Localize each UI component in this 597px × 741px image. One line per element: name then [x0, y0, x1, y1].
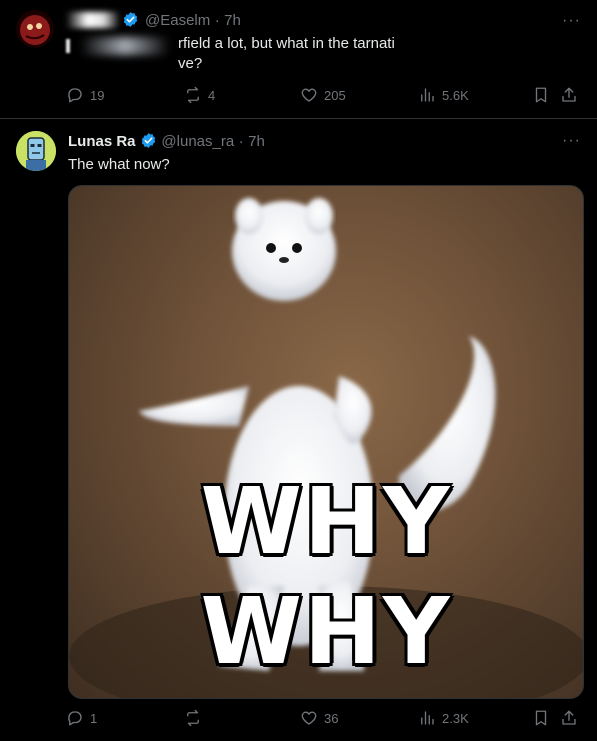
tweet-media-image[interactable]: WHY WHY	[68, 185, 584, 699]
avatar-image	[16, 131, 56, 171]
repost-button[interactable]	[184, 709, 208, 727]
verified-badge-icon	[141, 133, 156, 148]
reply-count: 19	[90, 87, 105, 103]
display-name[interactable]: Lunas Ra	[68, 133, 136, 150]
views-count: 5.6K	[442, 87, 469, 103]
action-bar: 1 36 2.3K	[66, 709, 581, 733]
avatar[interactable]	[16, 10, 54, 48]
timestamp[interactable]: 7h	[224, 12, 241, 29]
redacted-text-right	[430, 34, 580, 74]
like-count: 205	[324, 87, 346, 103]
views-button[interactable]: 5.6K	[418, 86, 469, 104]
separator: ·	[238, 133, 244, 150]
more-options-icon[interactable]: ···	[562, 12, 581, 30]
views-count: 2.3K	[442, 710, 469, 726]
repost-button[interactable]: 4	[184, 86, 215, 104]
bookmark-icon	[535, 87, 547, 103]
verified-badge-icon	[123, 12, 138, 27]
share-button[interactable]	[560, 709, 578, 727]
avatar[interactable]	[16, 131, 56, 171]
views-icon	[421, 88, 434, 102]
timestamp[interactable]: 7h	[248, 133, 265, 150]
separator: ·	[214, 12, 220, 29]
reply-icon	[68, 711, 82, 726]
more-options-icon[interactable]: ···	[562, 132, 581, 150]
tweet[interactable]: Lunas Ra @lunas_ra · 7h ··· The what now…	[0, 119, 597, 741]
tweet-text-line: ve?	[178, 55, 203, 72]
repost-count: 4	[208, 87, 216, 103]
heart-icon	[301, 711, 317, 725]
like-count: 36	[324, 710, 339, 726]
user-handle[interactable]: @lunas_ra	[161, 133, 234, 150]
meme-caption-top: WHY	[200, 468, 452, 575]
tweet-header: Lunas Ra @lunas_ra · 7h	[68, 132, 265, 151]
bookmark-icon	[535, 710, 547, 726]
avatar-image	[20, 15, 50, 45]
views-icon	[421, 711, 434, 725]
tweet-text: rfield a lot, but what in the tarnati ve…	[178, 34, 395, 74]
tweet-text-line: rfield a lot, but what in the tarnati	[178, 35, 395, 52]
heart-icon	[301, 88, 317, 102]
share-icon	[562, 87, 576, 102]
views-button[interactable]: 2.3K	[418, 709, 469, 727]
redacted-name	[66, 12, 120, 28]
user-handle[interactable]: @Easelm	[145, 12, 210, 29]
meme-caption-bottom: WHY	[200, 578, 452, 685]
reply-button[interactable]: 1	[66, 709, 97, 727]
tweet[interactable]: @Easelm · 7h ··· rfield a lot, but what …	[0, 0, 597, 118]
bookmark-button[interactable]	[532, 86, 550, 104]
action-bar: 19 4 205 5.6K	[66, 86, 581, 110]
reply-button[interactable]: 19	[66, 86, 104, 104]
redacted-text	[66, 35, 176, 75]
like-button[interactable]: 36	[300, 709, 338, 727]
repost-icon	[187, 709, 199, 727]
reply-count: 1	[90, 710, 98, 726]
reply-icon	[68, 88, 82, 103]
bookmark-button[interactable]	[532, 709, 550, 727]
tweet-text: The what now?	[68, 156, 170, 173]
share-button[interactable]	[560, 86, 578, 104]
tweet-header: @Easelm · 7h	[145, 12, 241, 30]
repost-icon	[187, 86, 199, 104]
share-icon	[562, 710, 576, 725]
like-button[interactable]: 205	[300, 86, 346, 104]
